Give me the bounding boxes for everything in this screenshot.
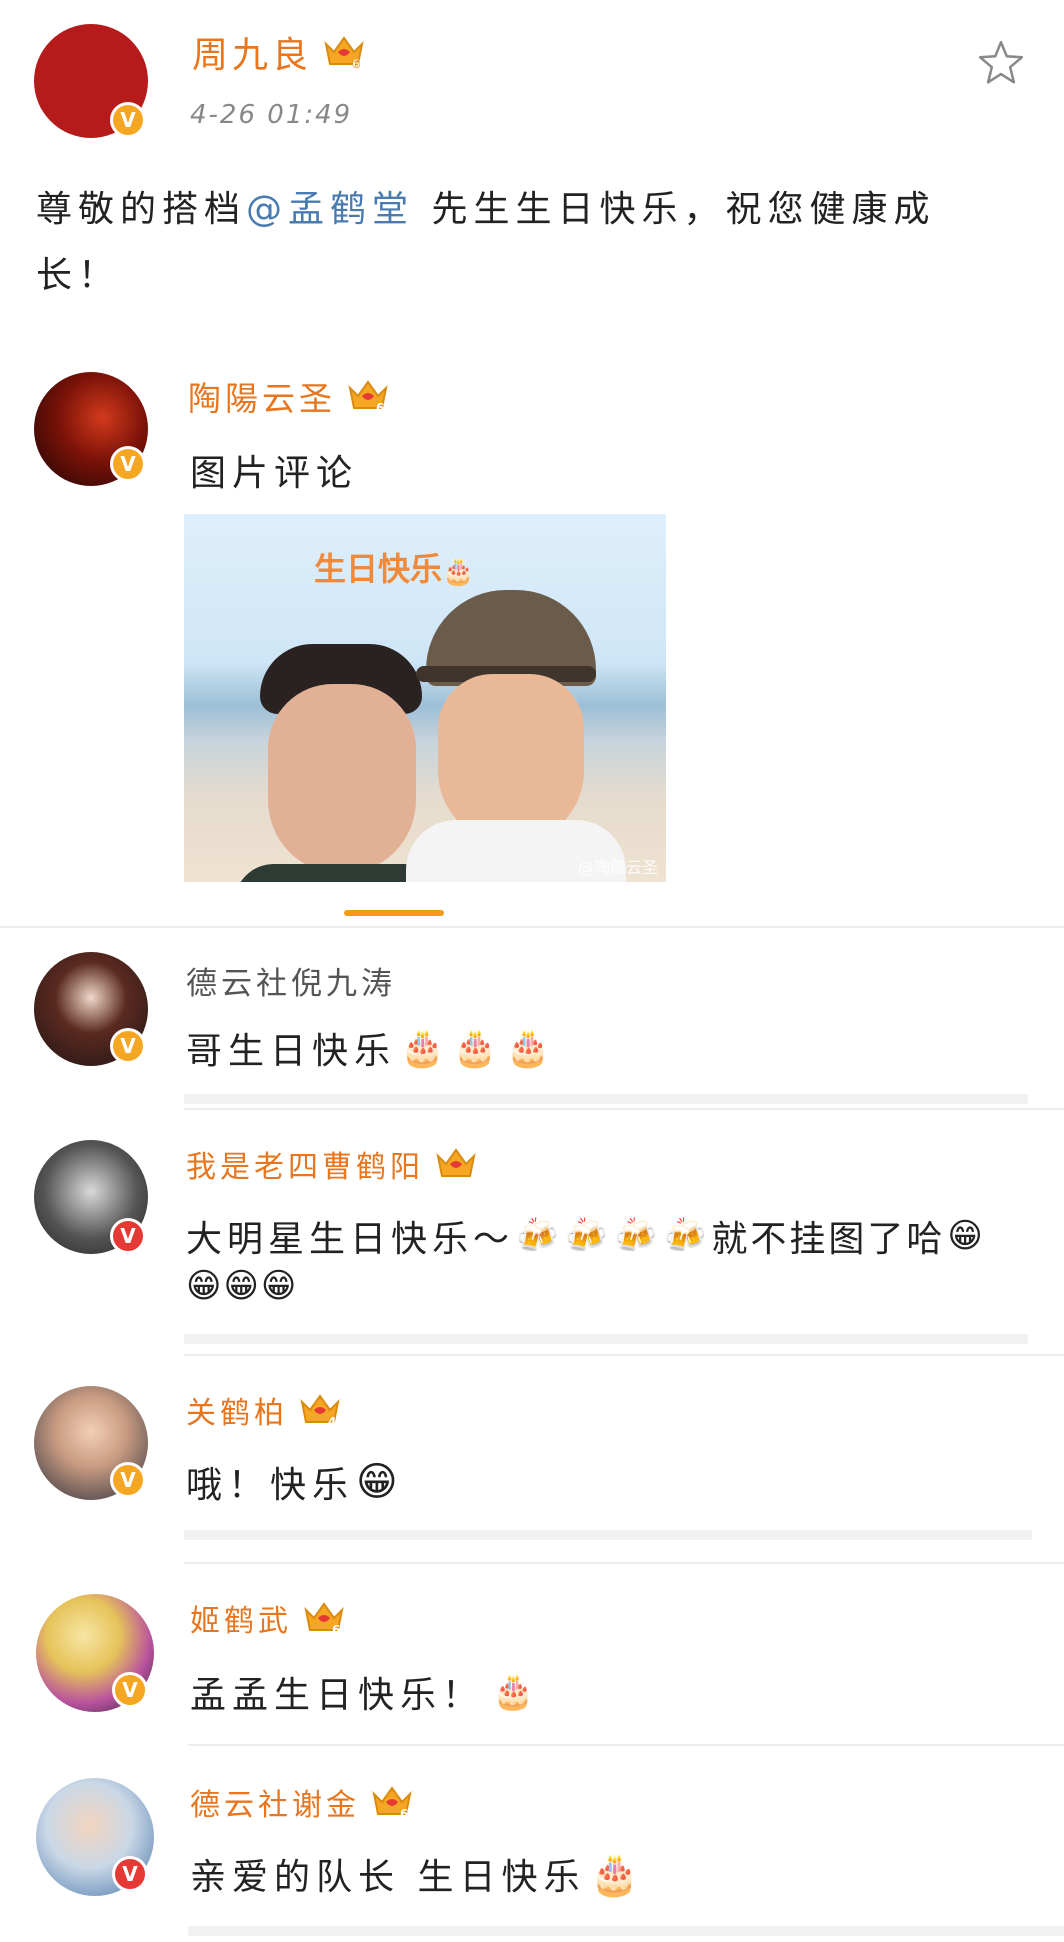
comment-text: 哦！快乐 😁	[186, 1459, 404, 1506]
photo-caption: 生日快乐🎂	[314, 550, 475, 588]
photo-person-right	[406, 590, 626, 882]
carousel-indicator	[344, 910, 444, 916]
svg-text:6: 6	[352, 57, 360, 71]
comment-footer-bar	[184, 1530, 1032, 1540]
comment-photo[interactable]: 生日快乐🎂 @陶陽云圣	[184, 514, 666, 882]
comment-author-name[interactable]: 我是老四曹鹤阳	[186, 1142, 424, 1186]
comment-footer-bar	[184, 1334, 1028, 1344]
reply-text: 图片评论	[190, 453, 359, 494]
reply-author-name[interactable]: 陶陽云圣	[188, 372, 336, 420]
comment-footer-bar	[188, 1926, 1064, 1936]
photo-watermark: @陶陽云圣	[577, 858, 658, 877]
section-divider	[0, 926, 1064, 928]
post-text-line1: 尊敬的搭档@孟鹤堂 先生生日快乐，祝您健康成	[36, 189, 936, 230]
vip-crown-icon	[436, 1148, 476, 1177]
comment-divider	[188, 1744, 1064, 1746]
birthday-cake-icon: 🎂	[589, 1851, 646, 1898]
comment-divider	[184, 1354, 1064, 1356]
cake-icon: 🎂	[400, 1028, 451, 1069]
post-timestamp: 4-26 01:49	[190, 100, 353, 130]
verified-badge-icon: V	[110, 102, 146, 138]
vip-crown-icon: 6	[348, 380, 388, 415]
beer-icon: 🍻	[664, 1216, 712, 1256]
grin-icon: 😁	[947, 1216, 988, 1256]
comment-text: 孟孟生日快乐！ 🎂	[190, 1672, 541, 1716]
cake-icon: 🎂	[452, 1028, 504, 1069]
vip-crown-icon: 6	[324, 36, 364, 71]
post-author-name[interactable]: 周九良	[192, 26, 312, 78]
comment-divider	[184, 1562, 1064, 1564]
grin-icon: 😁	[223, 1266, 259, 1306]
comment-text: 大明星生日快乐～ 🍻 🍻 🍻 🍻 就不挂图了哈 😁	[186, 1216, 988, 1260]
comment-author-name[interactable]: 德云社谢金	[190, 1780, 360, 1824]
cake-icon: 🎂	[492, 1672, 541, 1712]
star-icon[interactable]	[976, 38, 1026, 88]
comment-author-name[interactable]: 德云社倪九涛	[186, 958, 396, 1003]
verified-badge-icon: V	[112, 1856, 148, 1892]
grin-icon: 😁	[260, 1266, 297, 1306]
svg-text:6: 6	[332, 1623, 340, 1637]
mention-link[interactable]: @孟鹤堂	[246, 189, 414, 230]
grin-icon: 😁	[186, 1266, 222, 1306]
comment-divider	[184, 1108, 1064, 1110]
vip-crown-icon: 6	[372, 1786, 412, 1821]
comment-author-name[interactable]: 姬鹤武	[190, 1596, 292, 1640]
comment-text: 亲爱的队长 生日快乐 🎂	[190, 1851, 646, 1899]
svg-text:6: 6	[376, 401, 384, 415]
beer-icon: 🍻	[565, 1216, 613, 1256]
comment-text-line2: 😁 😁 😁	[184, 1266, 296, 1306]
post-text-line2: 长！	[36, 255, 121, 296]
big-grin-icon: 😁	[356, 1459, 404, 1505]
beer-icon: 🍻	[516, 1216, 564, 1256]
verified-badge-icon: V	[110, 1028, 146, 1064]
verified-badge-icon: V	[110, 1218, 146, 1254]
cake-icon: 🎂	[505, 1028, 557, 1069]
photo-person-left	[234, 644, 444, 882]
verified-badge-icon: V	[110, 1462, 146, 1498]
verified-badge-icon: V	[112, 1672, 148, 1708]
svg-text:6: 6	[400, 1807, 408, 1821]
beer-icon: 🍻	[614, 1216, 663, 1256]
vip-crown-icon: 4	[300, 1394, 340, 1429]
comment-author-name[interactable]: 关鹤柏	[186, 1388, 288, 1432]
verified-badge-icon: V	[110, 446, 146, 482]
svg-text:4: 4	[328, 1415, 336, 1429]
comment-footer-bar	[184, 1094, 1028, 1104]
vip-crown-icon: 6	[304, 1602, 344, 1637]
comment-text: 哥生日快乐 🎂 🎂 🎂	[186, 1028, 557, 1072]
